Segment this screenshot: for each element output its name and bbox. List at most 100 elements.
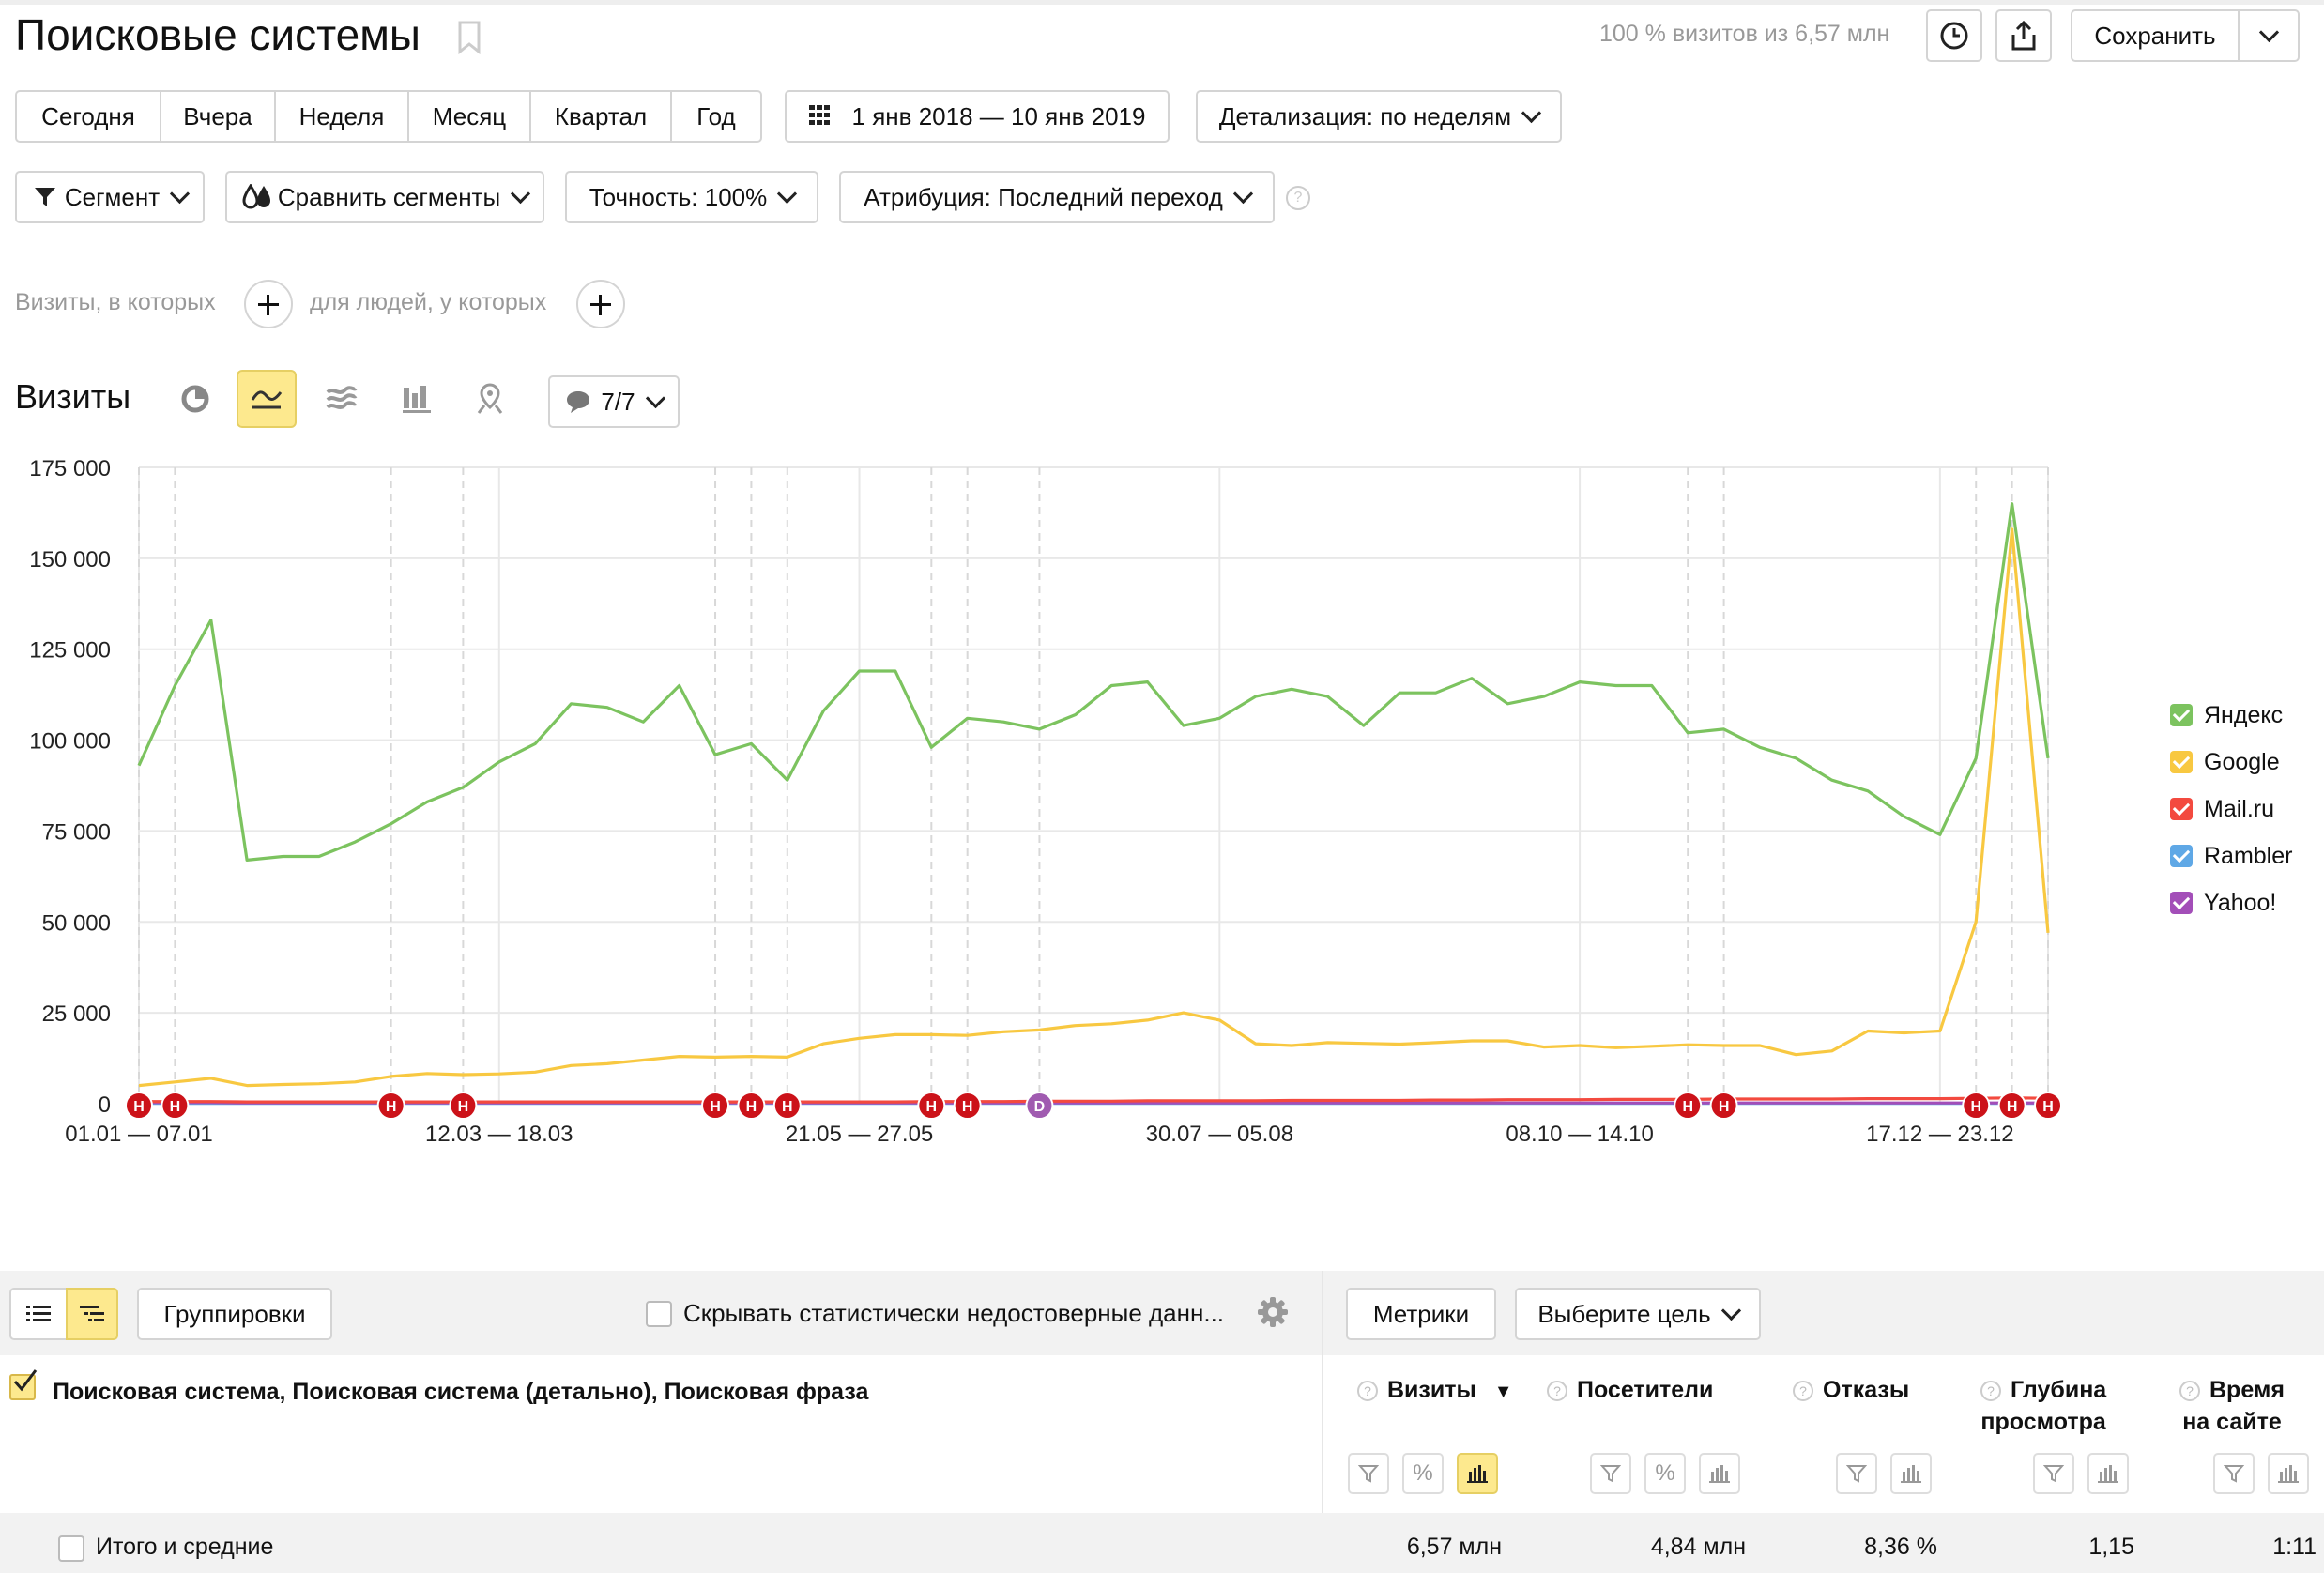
list-icon [26,1306,51,1321]
line-chart-icon [251,390,283,409]
help-icon[interactable]: ? [1547,1381,1567,1401]
add-people-condition-button[interactable] [576,280,625,328]
visits-condition-label: Визиты, в которых [15,289,216,315]
stacked-area-icon [326,386,358,409]
date-range-button[interactable]: 1 янв 2018 — 10 янв 2019 [785,90,1170,143]
bar-chart-button[interactable] [387,370,447,428]
visitors-filter-button[interactable] [1590,1453,1631,1494]
totals-row [0,1513,2324,1573]
pie-icon [181,385,209,413]
add-visit-condition-button[interactable] [244,280,293,328]
choose-goal-dropdown[interactable]: Выберите цель [1515,1288,1761,1340]
compare-drops-icon [242,184,270,209]
legend-yandex[interactable]: Яндекс [2170,696,2283,734]
chevron-down-icon [170,183,191,204]
series-count: 7/7 [601,387,635,416]
annotation-marker-label: Н [782,1099,793,1115]
period-week[interactable]: Неделя [274,90,409,143]
bars-icon [2278,1465,2299,1483]
metrics-button[interactable]: Метрики [1346,1288,1496,1340]
hide-unreliable-checkbox[interactable] [646,1301,672,1327]
legend-google[interactable]: Google [2170,743,2280,781]
legend-label: Google [2204,748,2280,775]
legend-label: Rambler [2204,842,2293,869]
x-tick-label: 21.05 — 27.05 [786,1122,933,1147]
area-chart-button[interactable] [312,370,372,428]
funnel-icon [2224,1465,2244,1483]
bookmark-icon[interactable] [456,21,482,55]
column-depth[interactable]: ? Глубина просмотра [1980,1374,2106,1438]
chevron-down-icon [777,183,798,204]
visits-bar-button[interactable] [1457,1453,1498,1494]
legend-rambler[interactable]: Rambler [2170,837,2292,875]
annotation-marker-label: Н [962,1099,973,1115]
save-button[interactable]: Сохранить [2071,9,2240,62]
help-icon[interactable]: ? [1793,1381,1813,1401]
funnel-icon [1846,1465,1867,1483]
save-dropdown-button[interactable] [2238,9,2300,62]
accuracy-dropdown[interactable]: Точность: 100% [565,171,818,223]
groupings-button[interactable]: Группировки [137,1288,332,1340]
depth-bar-button[interactable] [2087,1453,2129,1494]
compare-segments-dropdown[interactable]: Сравнить сегменты [225,171,544,223]
annotation-marker-label: Н [170,1099,181,1115]
period-quarter[interactable]: Квартал [529,90,672,143]
bounces-bar-button[interactable] [1890,1453,1932,1494]
dimension-header[interactable]: Поисковая система, Поисковая система (де… [53,1376,868,1408]
depth-filter-button[interactable] [2033,1453,2074,1494]
help-icon[interactable]: ? [1286,186,1310,210]
annotation-marker-label: Н [1719,1099,1730,1115]
visits-info: 100 % визитов из 6,57 млн [1599,21,1890,47]
legend-label: Mail.ru [2204,795,2275,822]
period-year[interactable]: Год [670,90,762,143]
help-icon[interactable]: ? [1357,1381,1378,1401]
chevron-down-icon [511,183,531,204]
y-tick-label: 50 000 [42,910,111,936]
period-yesterday[interactable]: Вчера [160,90,276,143]
visits-filter-button[interactable] [1348,1453,1389,1494]
annotation-marker-label: Н [133,1099,145,1115]
visitors-bar-button[interactable] [1699,1453,1740,1494]
share-button[interactable] [1995,9,2052,62]
hide-unreliable-label[interactable]: Скрывать статистически недостоверные дан… [683,1299,1224,1328]
bars-icon [1467,1465,1488,1483]
column-visitors[interactable]: ? Посетители [1547,1374,1713,1406]
history-button[interactable] [1926,9,1982,62]
segment-dropdown[interactable]: Сегмент [15,171,205,223]
list-view-button[interactable] [9,1288,68,1340]
attribution-dropdown[interactable]: Атрибуция: Последний переход [839,171,1275,223]
column-time-on-site[interactable]: ? Время на сайте [2179,1374,2285,1438]
settings-gear-icon[interactable] [1256,1295,1290,1329]
time-filter-button[interactable] [2213,1453,2255,1494]
time-bar-button[interactable] [2268,1453,2309,1494]
visits-percent-button[interactable]: % [1402,1453,1444,1494]
share-icon [2011,20,2036,51]
legend-yahoo[interactable]: Yahoo! [2170,884,2276,922]
dimension-checkbox[interactable] [9,1369,38,1400]
help-icon[interactable]: ? [1980,1381,2001,1401]
date-range-label: 1 янв 2018 — 10 янв 2019 [851,101,1146,130]
segment-label: Сегмент [64,182,161,211]
people-condition-label: для людей, у которых [310,289,547,315]
visitors-percent-button[interactable]: % [1644,1453,1686,1494]
compare-label: Сравнить сегменты [277,182,501,211]
column-visits[interactable]: ? Визиты ▼ [1357,1374,1513,1408]
annotation-marker-label: Н [1682,1099,1693,1115]
y-tick-label: 0 [99,1092,111,1118]
tree-view-button[interactable] [66,1288,118,1340]
column-bounces[interactable]: ? Отказы [1793,1374,1909,1406]
period-today[interactable]: Сегодня [15,90,161,143]
series-selector-dropdown[interactable]: 7/7 [548,375,680,428]
help-icon[interactable]: ? [2179,1381,2200,1401]
line-chart-button[interactable] [237,370,297,428]
filter-icon [34,188,55,206]
map-button[interactable] [460,370,520,428]
bounces-filter-button[interactable] [1836,1453,1877,1494]
x-tick-label: 12.03 — 18.03 [425,1122,573,1147]
detail-dropdown[interactable]: Детализация: по неделям [1196,90,1562,143]
legend-mailru[interactable]: Mail.ru [2170,790,2274,828]
annotation-marker-label: Н [2042,1099,2054,1115]
pie-chart-button[interactable] [165,370,225,428]
totals-checkbox[interactable] [58,1535,84,1562]
period-month[interactable]: Месяц [407,90,531,143]
